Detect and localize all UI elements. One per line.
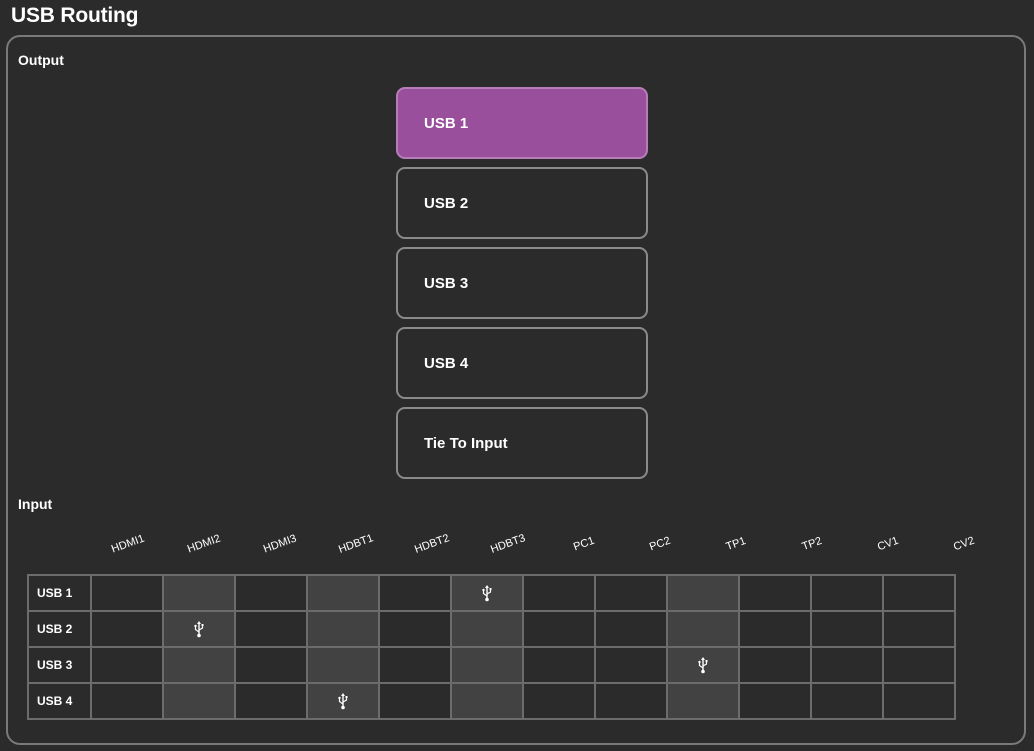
page-title: USB Routing [11, 4, 139, 27]
matrix-cell-usb3-tp1[interactable] [666, 646, 740, 684]
matrix-cell-usb4-cv2[interactable] [882, 682, 956, 720]
output-button-list: USB 1 USB 2 USB 3 USB 4 Tie To Input [396, 87, 648, 487]
matrix-cell-usb1-cv1[interactable] [810, 574, 884, 612]
output-button-label: USB 4 [424, 354, 469, 372]
matrix-cell-usb4-hdbt3[interactable] [450, 682, 524, 720]
matrix-cell-usb1-pc1[interactable] [522, 574, 596, 612]
matrix-cell-usb1-pc2[interactable] [594, 574, 668, 612]
matrix-cell-usb3-cv2[interactable] [882, 646, 956, 684]
matrix-row-label: USB 2 [27, 610, 92, 648]
matrix-cell-usb2-hdmi3[interactable] [234, 610, 308, 648]
output-button-label: USB 2 [424, 194, 469, 212]
output-section-label: Output [18, 52, 64, 68]
matrix-cell-usb3-hdmi3[interactable] [234, 646, 308, 684]
matrix-cell-usb3-hdbt2[interactable] [378, 646, 452, 684]
matrix-cell-usb1-hdbt1[interactable] [306, 574, 380, 612]
matrix-cell-usb2-tp1[interactable] [666, 610, 740, 648]
matrix-cell-usb1-hdmi2[interactable] [162, 574, 236, 612]
matrix-cell-usb2-hdbt3[interactable] [450, 610, 524, 648]
matrix-cell-usb3-hdmi2[interactable] [162, 646, 236, 684]
output-usb2-button[interactable]: USB 2 [396, 167, 648, 239]
matrix-cell-usb4-hdbt1[interactable] [306, 682, 380, 720]
matrix-cell-usb1-tp1[interactable] [666, 574, 740, 612]
matrix-cell-usb3-pc1[interactable] [522, 646, 596, 684]
matrix-cell-usb3-pc2[interactable] [594, 646, 668, 684]
matrix-row: USB 1 [27, 574, 956, 612]
matrix-row: USB 3 [27, 646, 956, 684]
routing-matrix: USB 1 USB 2 USB 3 USB 4 [27, 574, 956, 720]
output-button-label: USB 1 [424, 114, 469, 132]
matrix-cell-usb3-cv1[interactable] [810, 646, 884, 684]
matrix-row-label: USB 4 [27, 682, 92, 720]
usb-icon [194, 620, 204, 638]
output-button-label: Tie To Input [424, 434, 508, 452]
output-usb1-button[interactable]: USB 1 [396, 87, 648, 159]
output-usb3-button[interactable]: USB 3 [396, 247, 648, 319]
matrix-cell-usb1-hdbt3[interactable] [450, 574, 524, 612]
matrix-cell-usb4-hdmi2[interactable] [162, 682, 236, 720]
matrix-cell-usb1-hdbt2[interactable] [378, 574, 452, 612]
matrix-cell-usb3-hdbt3[interactable] [450, 646, 524, 684]
output-button-label: USB 3 [424, 274, 469, 292]
matrix-row: USB 4 [27, 682, 956, 720]
matrix-cell-usb2-hdbt2[interactable] [378, 610, 452, 648]
usb-routing-page: USB Routing Output USB 1 USB 2 USB 3 USB… [0, 0, 1034, 751]
matrix-row-label: USB 3 [27, 646, 92, 684]
matrix-cell-usb1-tp2[interactable] [738, 574, 812, 612]
matrix-cell-usb4-hdmi3[interactable] [234, 682, 308, 720]
matrix-cell-usb3-hdbt1[interactable] [306, 646, 380, 684]
matrix-cell-usb1-hdmi1[interactable] [90, 574, 164, 612]
matrix-row-label: USB 1 [27, 574, 92, 612]
matrix-cell-usb1-cv2[interactable] [882, 574, 956, 612]
input-section-label: Input [18, 496, 53, 512]
usb-icon [338, 692, 348, 710]
usb-icon [482, 584, 492, 602]
matrix-cell-usb2-hdmi1[interactable] [90, 610, 164, 648]
matrix-cell-usb2-hdbt1[interactable] [306, 610, 380, 648]
matrix-cell-usb4-tp1[interactable] [666, 682, 740, 720]
matrix-row: USB 2 [27, 610, 956, 648]
matrix-cell-usb4-pc1[interactable] [522, 682, 596, 720]
matrix-cell-usb2-tp2[interactable] [738, 610, 812, 648]
matrix-cell-usb4-hdmi1[interactable] [90, 682, 164, 720]
matrix-cell-usb1-hdmi3[interactable] [234, 574, 308, 612]
matrix-cell-usb2-pc1[interactable] [522, 610, 596, 648]
output-usb4-button[interactable]: USB 4 [396, 327, 648, 399]
matrix-cell-usb2-cv1[interactable] [810, 610, 884, 648]
matrix-cell-usb3-tp2[interactable] [738, 646, 812, 684]
matrix-cell-usb2-cv2[interactable] [882, 610, 956, 648]
matrix-cell-usb4-tp2[interactable] [738, 682, 812, 720]
usb-icon [698, 656, 708, 674]
matrix-cell-usb4-hdbt2[interactable] [378, 682, 452, 720]
matrix-cell-usb4-cv1[interactable] [810, 682, 884, 720]
matrix-cell-usb4-pc2[interactable] [594, 682, 668, 720]
matrix-cell-usb3-hdmi1[interactable] [90, 646, 164, 684]
matrix-cell-usb2-pc2[interactable] [594, 610, 668, 648]
tie-to-input-button[interactable]: Tie To Input [396, 407, 648, 479]
matrix-cell-usb2-hdmi2[interactable] [162, 610, 236, 648]
